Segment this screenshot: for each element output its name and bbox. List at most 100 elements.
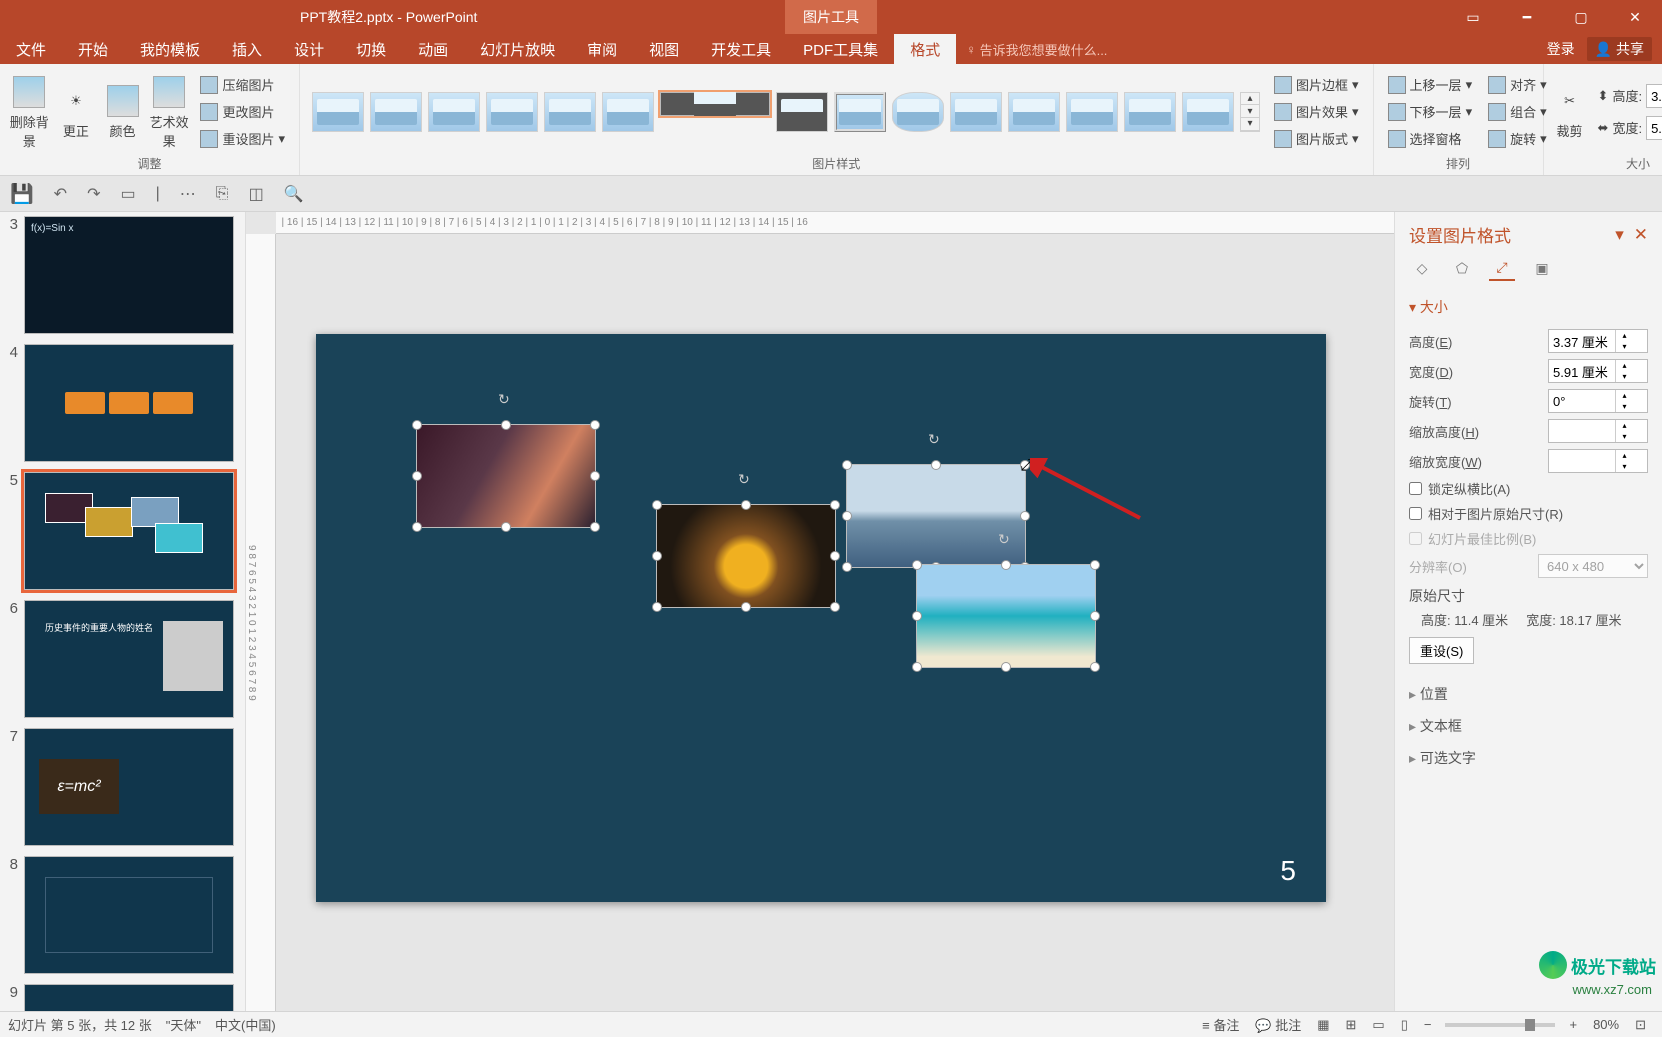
resize-handle[interactable] xyxy=(501,420,511,430)
width-input[interactable]: ▴▾ xyxy=(1548,359,1648,383)
scale-height-input[interactable]: ▴▾ xyxy=(1548,419,1648,443)
style-item[interactable] xyxy=(834,92,886,132)
tab-view[interactable]: 视图 xyxy=(633,34,695,64)
thumbnail-6[interactable]: 历史事件的重要人物的姓名 xyxy=(24,600,234,718)
maximize-button[interactable]: ▢ xyxy=(1554,0,1608,34)
picture-styles-gallery[interactable]: ▴▾▾ xyxy=(308,88,1264,136)
resize-handle[interactable] xyxy=(501,522,511,532)
resize-handle[interactable] xyxy=(1020,511,1030,521)
corrections-button[interactable]: ☀ 更正 xyxy=(55,83,98,140)
tab-home[interactable]: 开始 xyxy=(62,34,124,64)
resize-handle[interactable] xyxy=(931,460,941,470)
qat-search-icon[interactable]: 🔍 xyxy=(284,184,304,204)
reset-size-button[interactable]: 重设(S) xyxy=(1409,637,1474,664)
style-item[interactable] xyxy=(1182,92,1234,132)
height-input[interactable]: ▴▾ xyxy=(1548,329,1648,353)
resize-handle[interactable] xyxy=(912,611,922,621)
pane-tab-picture-icon[interactable]: ▣ xyxy=(1529,255,1555,281)
resize-handle[interactable] xyxy=(830,551,840,561)
status-lang[interactable]: 中文(中国) xyxy=(215,1015,276,1034)
resize-handle[interactable] xyxy=(1090,662,1100,672)
resize-handle[interactable] xyxy=(590,420,600,430)
picture-effects-button[interactable]: 图片效果▾ xyxy=(1268,100,1365,123)
group-button[interactable]: 组合▾ xyxy=(1482,100,1553,123)
gallery-more-button[interactable]: ▴▾▾ xyxy=(1240,92,1260,132)
close-button[interactable]: ✕ xyxy=(1608,0,1662,34)
undo-icon[interactable]: ↶ xyxy=(54,184,67,204)
qat-item[interactable]: ◫ xyxy=(249,184,264,204)
minimize-button[interactable]: ━ xyxy=(1500,0,1554,34)
qat-item[interactable]: ⎘ xyxy=(216,185,229,203)
crop-button[interactable]: ✂ 裁剪 xyxy=(1552,83,1588,140)
resize-handle[interactable] xyxy=(652,500,662,510)
style-item[interactable] xyxy=(1008,92,1060,132)
style-item[interactable] xyxy=(428,92,480,132)
section-size[interactable]: 大小 xyxy=(1409,291,1648,323)
style-item[interactable] xyxy=(486,92,538,132)
thumbnail-4[interactable] xyxy=(24,344,234,462)
pane-tab-fill-icon[interactable]: ◇ xyxy=(1409,255,1435,281)
redo-icon[interactable]: ↷ xyxy=(87,184,100,204)
style-item[interactable] xyxy=(544,92,596,132)
picture-layout-button[interactable]: 图片版式▾ xyxy=(1268,127,1365,150)
resize-handle[interactable] xyxy=(830,602,840,612)
picture-border-button[interactable]: 图片边框▾ xyxy=(1268,73,1365,96)
style-item[interactable] xyxy=(776,92,828,132)
pane-menu-icon[interactable]: ▾ xyxy=(1615,225,1624,245)
remove-background-button[interactable]: 删除背景 xyxy=(8,74,51,150)
tab-pdf[interactable]: PDF工具集 xyxy=(787,34,894,64)
relative-original-checkbox[interactable] xyxy=(1409,507,1422,520)
view-sorter-icon[interactable]: ⊞ xyxy=(1338,1017,1365,1033)
resize-handle[interactable] xyxy=(652,551,662,561)
picture-mountain[interactable]: ↻ ⤢ xyxy=(846,464,1026,568)
selection-pane-button[interactable]: 选择窗格 xyxy=(1382,127,1479,150)
rotate-handle-icon[interactable]: ↻ xyxy=(498,391,514,407)
thumbnail-5[interactable] xyxy=(24,472,234,590)
zoom-level[interactable]: 80% xyxy=(1585,1017,1627,1032)
resize-handle[interactable] xyxy=(1001,662,1011,672)
resize-handle[interactable] xyxy=(412,420,422,430)
resize-handle[interactable] xyxy=(652,602,662,612)
slide-edit-area[interactable]: | 16 | 15 | 14 | 13 | 12 | 11 | 10 | 9 |… xyxy=(246,212,1394,1011)
send-backward-button[interactable]: 下移一层▾ xyxy=(1382,100,1479,123)
style-item[interactable] xyxy=(370,92,422,132)
reset-picture-button[interactable]: 重设图片▾ xyxy=(194,127,291,150)
save-icon[interactable]: 💾 xyxy=(10,182,34,206)
zoom-out-button[interactable]: − xyxy=(1416,1017,1440,1032)
ribbon-height-input[interactable]: ▴▾ xyxy=(1646,84,1662,108)
tab-slideshow[interactable]: 幻灯片放映 xyxy=(464,34,571,64)
thumbnail-7[interactable]: ε=mc² xyxy=(24,728,234,846)
fit-window-icon[interactable]: ⊡ xyxy=(1627,1017,1654,1033)
resize-handle[interactable] xyxy=(412,471,422,481)
pane-tab-size-icon[interactable]: ⤢ xyxy=(1489,255,1515,281)
thumbnail-3[interactable]: f(x)=Sin x xyxy=(24,216,234,334)
zoom-in-button[interactable]: + xyxy=(1561,1017,1585,1032)
resize-handle[interactable] xyxy=(842,460,852,470)
rotate-handle-icon[interactable]: ↻ xyxy=(998,531,1014,547)
section-textbox[interactable]: 文本框 xyxy=(1409,710,1648,742)
picture-leaf[interactable]: ↻ xyxy=(656,504,836,608)
tab-design[interactable]: 设计 xyxy=(278,34,340,64)
slide-canvas[interactable]: ↻ ↻ ↻ ⤢ ↻ xyxy=(316,334,1326,902)
tab-dev[interactable]: 开发工具 xyxy=(695,34,787,64)
style-item[interactable] xyxy=(950,92,1002,132)
resize-handle[interactable] xyxy=(1001,560,1011,570)
style-item[interactable] xyxy=(660,92,770,116)
resize-handle[interactable] xyxy=(590,522,600,532)
pane-close-icon[interactable]: ✕ xyxy=(1634,225,1648,245)
style-item[interactable] xyxy=(602,92,654,132)
resize-handle[interactable] xyxy=(741,602,751,612)
thumbnail-8[interactable] xyxy=(24,856,234,974)
rotate-button[interactable]: 旋转▾ xyxy=(1482,127,1553,150)
rotate-handle-icon[interactable]: ↻ xyxy=(928,431,944,447)
thumbnail-9[interactable] xyxy=(24,984,234,1011)
tab-file[interactable]: 文件 xyxy=(0,34,62,64)
bring-forward-button[interactable]: 上移一层▾ xyxy=(1382,73,1479,96)
tab-review[interactable]: 审阅 xyxy=(571,34,633,64)
resize-handle[interactable] xyxy=(1090,611,1100,621)
style-item[interactable] xyxy=(312,92,364,132)
notes-button[interactable]: ≡ 备注 xyxy=(1194,1015,1247,1034)
tab-format[interactable]: 格式 xyxy=(894,34,956,64)
tab-animations[interactable]: 动画 xyxy=(402,34,464,64)
change-picture-button[interactable]: 更改图片 xyxy=(194,100,291,123)
